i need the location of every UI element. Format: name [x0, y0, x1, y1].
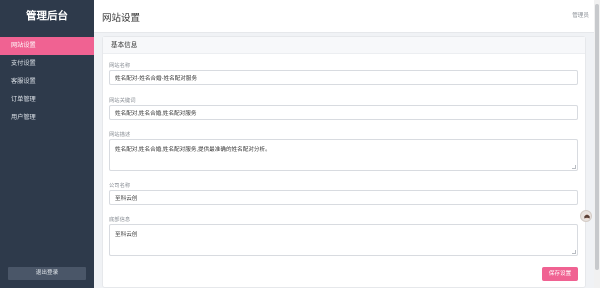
keywords-value: 姓名配对,姓名合婚,姓名配对服务 [115, 110, 197, 117]
logout-button[interactable]: 退出登录 [8, 267, 86, 280]
save-settings-button[interactable]: 保存设置 [542, 267, 578, 281]
support-avatar-icon[interactable] [580, 210, 592, 222]
top-bar: 网站设置 管理员 [94, 0, 600, 33]
sidebar-item-payment-settings[interactable]: 支付设置 [0, 55, 94, 73]
page-scrollbar[interactable] [594, 0, 600, 288]
sidebar: 管理后台 网站设置 支付设置 客服设置 订单管理 用户管理 退出登录 [0, 0, 94, 288]
card-title: 基本信息 [103, 37, 585, 54]
company-value: 至科云创 [115, 195, 138, 202]
admin-user-link[interactable]: 管理员 [572, 11, 589, 19]
description-textarea[interactable]: 姓名配对,姓名合婚,姓名配对服务,提供最准确的姓名配对分析。 [109, 139, 578, 171]
site-name-value: 姓名配对-姓名合婚-姓名配对服务 [115, 75, 198, 82]
scrollbar-thumb[interactable] [595, 4, 599, 270]
company-label: 公司名称 [109, 183, 131, 189]
sidebar-item-orders[interactable]: 订单管理 [0, 91, 94, 109]
brand-title: 管理后台 [26, 10, 68, 22]
resize-handle-icon[interactable] [572, 165, 576, 169]
footer-label: 底部信息 [109, 217, 131, 223]
footer-field-group: 底部信息 至科云创 [109, 216, 578, 256]
sidebar-item-users[interactable]: 用户管理 [0, 109, 94, 127]
footer-value: 至科云创 [115, 232, 138, 238]
description-value: 姓名配对,姓名合婚,姓名配对服务,提供最准确的姓名配对分析。 [115, 147, 271, 153]
description-label: 网站描述 [109, 132, 131, 138]
page-title: 网站设置 [102, 13, 141, 24]
footer-textarea[interactable]: 至科云创 [109, 224, 578, 256]
keywords-input[interactable]: 姓名配对,姓名合婚,姓名配对服务 [109, 105, 578, 120]
sidebar-item-site-settings[interactable]: 网站设置 [0, 37, 94, 55]
company-input[interactable]: 至科云创 [109, 190, 578, 205]
sidebar-nav: 网站设置 支付设置 客服设置 订单管理 用户管理 [0, 37, 94, 127]
resize-handle-icon[interactable] [572, 250, 576, 254]
keywords-field-group: 网站关键词 姓名配对,姓名合婚,姓名配对服务 [109, 97, 578, 120]
site-name-label: 网站名称 [109, 63, 131, 69]
description-field-group: 网站描述 姓名配对,姓名合婚,姓名配对服务,提供最准确的姓名配对分析。 [109, 131, 578, 171]
sidebar-item-service-settings[interactable]: 客服设置 [0, 73, 94, 91]
site-name-input[interactable]: 姓名配对-姓名合婚-姓名配对服务 [109, 70, 578, 85]
keywords-label: 网站关键词 [109, 98, 136, 104]
site-name-field-group: 网站名称 姓名配对-姓名合婚-姓名配对服务 [109, 62, 578, 85]
company-field-group: 公司名称 至科云创 [109, 182, 578, 205]
